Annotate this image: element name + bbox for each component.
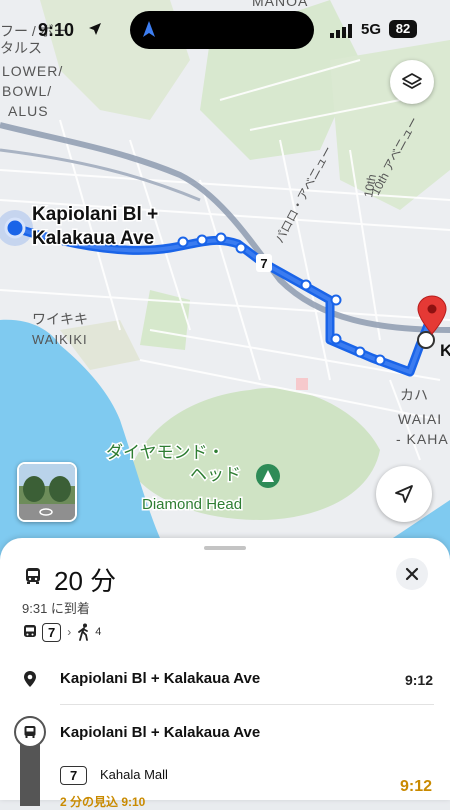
map-label-area: ワイキキ bbox=[32, 311, 88, 327]
walk-icon bbox=[78, 623, 89, 641]
origin-stop-name[interactable]: Kapiolani Bl + Kalakaua Ave bbox=[60, 670, 260, 687]
route-stop-dot[interactable] bbox=[330, 333, 342, 345]
bus-icon bbox=[24, 726, 36, 738]
layers-icon bbox=[402, 73, 422, 89]
realtime-estimate: 2 分の見込 9:10 bbox=[60, 795, 146, 809]
route-stop-dot[interactable] bbox=[300, 279, 312, 291]
destination-stop-circle[interactable] bbox=[417, 331, 435, 349]
map-label-landmark: ヘッド bbox=[190, 465, 241, 484]
map-label-area: ALUS bbox=[8, 103, 49, 119]
my-location-button[interactable] bbox=[376, 466, 432, 522]
departure-time: 9:12 bbox=[399, 778, 432, 795]
map-label-area: LOWER/ bbox=[2, 63, 63, 79]
battery-indicator: 82 bbox=[389, 20, 417, 38]
trip-summary-chips: 7 › 4 bbox=[22, 621, 101, 643]
boarding-stop-marker bbox=[14, 716, 46, 748]
map-label-origin[interactable]: Kalakaua Ave bbox=[31, 227, 156, 251]
route-chip: 7 bbox=[42, 622, 62, 642]
route-stop-dot[interactable] bbox=[177, 236, 189, 248]
network-type: 5G bbox=[361, 21, 382, 38]
map-label-origin[interactable]: Kapiolani Bl + bbox=[31, 203, 160, 227]
place-pin-icon bbox=[24, 671, 36, 687]
route-badge[interactable]: 7 bbox=[60, 766, 88, 785]
map-label-area: WAIAI bbox=[398, 411, 442, 427]
trip-duration: 20 分 bbox=[54, 566, 117, 596]
map-label-area: カハ bbox=[400, 387, 428, 403]
navigation-arrow-icon bbox=[143, 21, 155, 37]
status-time: 9:10 bbox=[38, 20, 75, 40]
location-arrow-icon bbox=[89, 23, 101, 35]
dynamic-island bbox=[130, 11, 314, 49]
route-stop-dot[interactable] bbox=[354, 346, 366, 358]
map-label-area: - KAHA bbox=[396, 431, 449, 447]
walk-minutes: 4 bbox=[95, 626, 102, 638]
sheet-drag-handle[interactable] bbox=[204, 546, 246, 550]
bus-icon bbox=[24, 625, 36, 637]
arrival-time: 9:31 に到着 bbox=[22, 601, 90, 616]
route-destination: Kahala Mall bbox=[100, 767, 168, 782]
bus-icon bbox=[26, 568, 40, 584]
street-view-thumbnail[interactable] bbox=[17, 462, 77, 522]
route-stop-dot[interactable] bbox=[235, 242, 247, 254]
location-arrow-icon bbox=[395, 485, 413, 503]
map-label-landmark: Diamond Head bbox=[142, 496, 242, 513]
route-stop-dot[interactable] bbox=[330, 294, 342, 306]
boarding-stop-name[interactable]: Kapiolani Bl + Kalakaua Ave bbox=[60, 724, 260, 741]
divider bbox=[60, 704, 434, 705]
map-label-landmark: ダイヤモンド・ bbox=[106, 443, 225, 462]
route-stop-dot[interactable] bbox=[374, 354, 386, 366]
diamond-head-park-icon[interactable] bbox=[256, 464, 280, 488]
map-label-area: BOWL/ bbox=[2, 83, 52, 99]
rotate-360-icon bbox=[39, 508, 53, 516]
route-stop-dot[interactable] bbox=[215, 232, 227, 244]
route-stop-dot[interactable] bbox=[196, 234, 208, 246]
origin-time: 9:12 bbox=[404, 672, 433, 688]
chevron-right-icon: › bbox=[67, 625, 72, 639]
map-label-destination[interactable]: Ka bbox=[440, 341, 450, 360]
close-icon bbox=[405, 567, 419, 581]
map-route-number: 7 bbox=[260, 256, 267, 271]
signal-icon bbox=[330, 24, 352, 38]
status-bar: 9:10 5G 82 bbox=[0, 0, 450, 60]
map-label-area: WAIKIKI bbox=[32, 332, 88, 347]
close-button[interactable] bbox=[396, 558, 428, 590]
layers-button[interactable] bbox=[390, 60, 434, 104]
